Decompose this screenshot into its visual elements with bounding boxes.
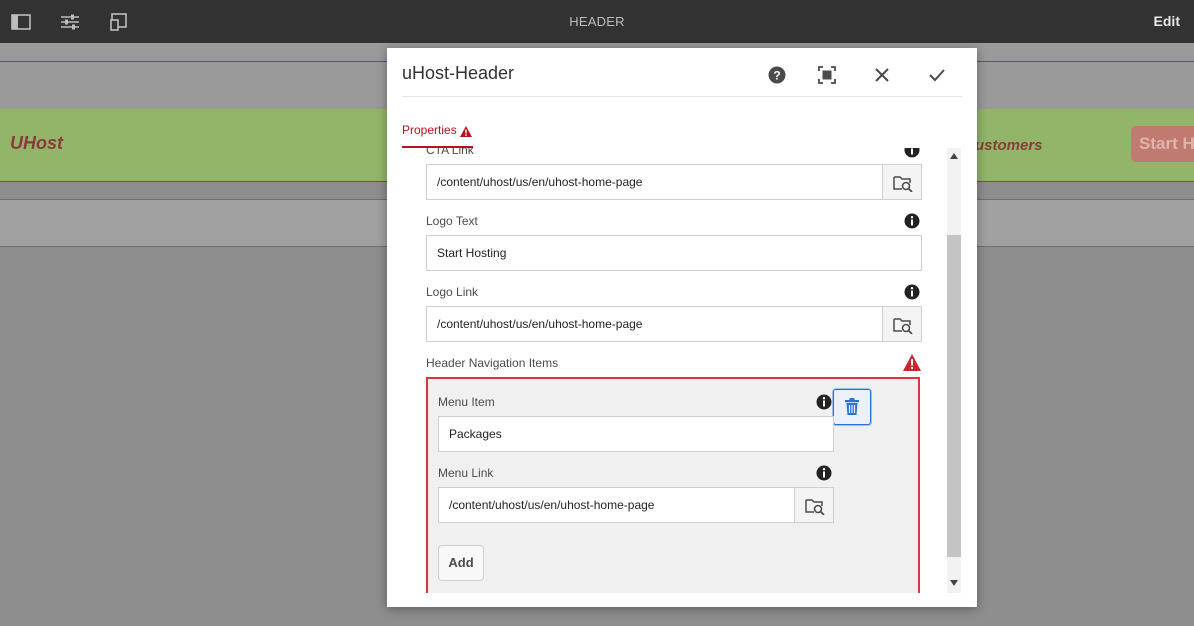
info-icon[interactable] — [904, 148, 920, 158]
info-icon[interactable] — [904, 213, 920, 229]
info-icon[interactable] — [904, 284, 920, 300]
editor-toolbar: HEADER Edit — [0, 0, 1194, 43]
confirm-icon[interactable] — [927, 65, 947, 85]
cta-link-label: CTA Link — [426, 148, 474, 157]
browse-folder-icon — [805, 499, 825, 515]
menu-item-field[interactable]: Packages — [438, 416, 834, 452]
header-nav-text: ustomers — [975, 137, 1043, 154]
dialog-scrollbar[interactable] — [947, 148, 961, 593]
trash-icon — [845, 398, 859, 415]
logo-text-field[interactable]: Start Hosting — [426, 235, 922, 271]
scrollbar-thumb[interactable] — [947, 235, 961, 557]
logo-link-field[interactable]: /content/uhost/us/en/uhost-home-page — [426, 306, 883, 342]
cta-link-browse-button[interactable] — [882, 164, 922, 200]
browse-folder-icon — [893, 176, 913, 192]
header-start-button: Start H — [1131, 126, 1194, 162]
logo-link-browse-button[interactable] — [882, 306, 922, 342]
warning-icon — [903, 354, 921, 371]
info-icon[interactable] — [816, 465, 832, 481]
menu-link-field[interactable]: /content/uhost/us/en/uhost-home-page — [438, 487, 795, 523]
close-icon[interactable] — [872, 65, 892, 85]
menu-link-browse-button[interactable] — [794, 487, 834, 523]
logo-link-label: Logo Link — [426, 285, 479, 299]
tab-properties[interactable]: Properties — [402, 123, 457, 137]
help-icon[interactable]: ? — [767, 65, 787, 85]
menu-item-label: Menu Item — [438, 395, 495, 409]
scroll-down-icon[interactable] — [950, 580, 958, 586]
menu-link-label: Menu Link — [438, 466, 494, 480]
cta-link-field[interactable]: /content/uhost/us/en/uhost-home-page — [426, 164, 883, 200]
nav-items-multifield: Menu Item Packages Menu Link /content/uh… — [426, 377, 920, 593]
nav-items-label: Header Navigation Items — [426, 356, 559, 370]
dialog-title: uHost-Header — [402, 63, 515, 83]
add-item-button[interactable]: Add — [438, 545, 484, 581]
fullscreen-icon[interactable] — [817, 65, 837, 85]
properties-dialog: uHost-Header ? Properties CTA Link /cont… — [387, 48, 977, 607]
dialog-scroll-content: CTA Link /content/uhost/us/en/uhost-home… — [402, 148, 947, 593]
page-title: HEADER — [569, 14, 625, 29]
logo-text-label: Logo Text — [426, 214, 478, 228]
header-brand: UHost — [10, 133, 63, 153]
info-icon[interactable] — [816, 394, 832, 410]
delete-item-button[interactable] — [833, 389, 871, 425]
tab-warning-icon — [460, 124, 472, 137]
scroll-up-icon[interactable] — [950, 153, 958, 159]
mode-selector[interactable]: Edit — [1154, 13, 1180, 29]
svg-text:?: ? — [773, 69, 780, 83]
dialog-divider — [402, 96, 962, 97]
browse-folder-icon — [893, 318, 913, 334]
